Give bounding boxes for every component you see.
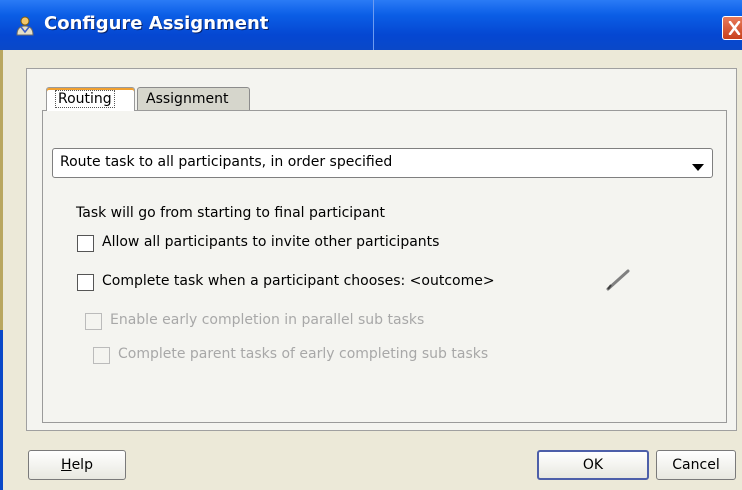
title-bar-divider (373, 0, 374, 50)
early-completion-label: Enable early completion in parallel sub … (110, 312, 425, 328)
help-label: elp (71, 457, 93, 473)
window-frame-left (0, 50, 3, 490)
close-icon (728, 21, 741, 35)
tab-routing[interactable]: Routing (46, 87, 135, 111)
tab-routing-label: Routing (55, 90, 115, 108)
chevron-down-icon (692, 160, 704, 176)
cancel-button[interactable]: Cancel (656, 450, 736, 480)
frame-highlight (0, 50, 3, 330)
route-mode-select[interactable]: Route task to all participants, in order… (52, 148, 713, 178)
complete-on-outcome-checkbox[interactable] (77, 274, 94, 291)
title-bar[interactable]: Configure Assignment (0, 0, 742, 50)
routing-description: Task will go from starting to final part… (76, 205, 386, 221)
settings-person-icon (14, 15, 36, 37)
complete-parent-label: Complete parent tasks of early completin… (118, 346, 489, 362)
complete-parent-checkbox (93, 347, 110, 364)
allow-invite-label: Allow all participants to invite other p… (102, 234, 440, 250)
help-mnemonic: H (61, 457, 72, 473)
window-title: Configure Assignment (44, 13, 269, 34)
cancel-label: Cancel (672, 457, 720, 473)
close-button[interactable] (722, 16, 742, 40)
allow-invite-checkbox[interactable] (77, 235, 94, 252)
route-mode-selected-value: Route task to all participants, in order… (60, 154, 393, 170)
early-completion-checkbox (85, 313, 102, 330)
help-button[interactable]: Help (28, 450, 126, 480)
complete-on-outcome-label: Complete task when a participant chooses… (102, 273, 495, 289)
pencil-icon[interactable] (604, 268, 634, 296)
tab-assignment[interactable]: Assignment (137, 87, 250, 111)
ok-label: OK (582, 457, 604, 473)
ok-button[interactable]: OK (537, 450, 649, 480)
tab-assignment-label: Assignment (146, 91, 229, 107)
